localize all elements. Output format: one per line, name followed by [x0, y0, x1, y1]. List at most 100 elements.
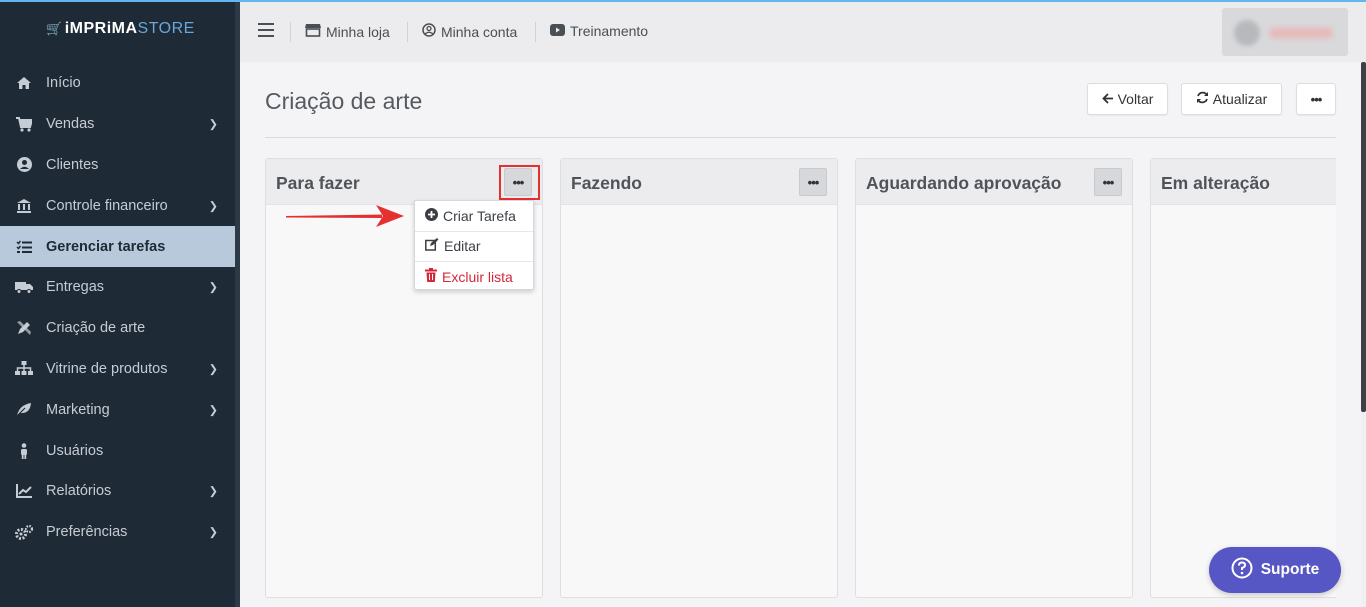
nav-link-label: Minha loja: [326, 23, 390, 40]
sidebar-item-relatorios[interactable]: Relatórios ❯: [0, 471, 235, 512]
sidebar-item-label: Vendas: [46, 116, 95, 133]
sidebar: 🛒 iMPRiMASTORE Início Vendas ❯ Clientes C…: [0, 0, 235, 607]
nav-link-label: Treinamento: [570, 23, 649, 39]
dropdown-item-label: Excluir lista: [442, 268, 513, 285]
page-scrollbar[interactable]: [1361, 62, 1366, 607]
sidebar-item-label: Criação de arte: [46, 320, 146, 337]
youtube-icon: [550, 23, 565, 39]
column-header: Em alteração: [1151, 159, 1336, 205]
sidebar-item-label: Controle financeiro: [46, 197, 168, 214]
chevron-right-icon: ❯: [208, 281, 218, 294]
column-header: Aguardando aprovação •••: [856, 159, 1132, 205]
tasks-icon: [15, 240, 33, 254]
gears-icon: [15, 524, 33, 540]
leaf-icon: [15, 402, 33, 417]
sidebar-item-marketing[interactable]: Marketing ❯: [0, 389, 235, 430]
sidebar-item-label: Relatórios: [46, 483, 112, 500]
sidebar-item-inicio[interactable]: Início: [0, 63, 235, 104]
sidebar-item-label: Vitrine de produtos: [46, 360, 168, 377]
bank-icon: [15, 198, 33, 214]
design-tools-icon: [15, 320, 33, 336]
navbar-divider: [407, 22, 408, 42]
back-button-label: Voltar: [1117, 91, 1154, 107]
refresh-button[interactable]: Atualizar: [1181, 83, 1282, 115]
header-divider: [265, 137, 1336, 138]
dropdown-item-label: Criar Tarefa: [443, 207, 516, 224]
ellipsis-icon: •••: [807, 174, 820, 190]
support-button[interactable]: Suporte: [1209, 547, 1341, 593]
user-name-blurred: [1270, 28, 1332, 38]
sidebar-item-label: Clientes: [46, 156, 99, 173]
sidebar-item-criacao-de-arte[interactable]: Criação de arte: [0, 308, 235, 349]
chevron-right-icon: ❯: [208, 118, 218, 131]
kanban-column: Aguardando aprovação •••: [855, 158, 1133, 598]
store-icon: [305, 23, 321, 40]
person-icon: [15, 442, 33, 459]
refresh-icon: [1196, 91, 1209, 107]
hamburger-menu-icon[interactable]: [258, 23, 274, 37]
column-title: Em alteração: [1161, 173, 1270, 193]
nav-link-label: Minha conta: [441, 23, 518, 40]
cart-icon: [15, 116, 33, 132]
brand-logo[interactable]: 🛒 iMPRiMASTORE: [46, 20, 195, 38]
column-header: Fazendo •••: [561, 159, 837, 205]
chevron-right-icon: ❯: [208, 200, 218, 213]
kanban-column: Fazendo •••: [560, 158, 838, 598]
line-chart-icon: [15, 484, 33, 499]
question-circle-icon: [1231, 557, 1253, 584]
refresh-button-label: Atualizar: [1212, 91, 1268, 107]
sidebar-item-label: Início: [46, 75, 81, 92]
sidebar-item-gerenciar-tarefas[interactable]: Gerenciar tarefas: [0, 226, 235, 267]
column-dropdown-menu: Criar Tarefa Editar Excluir lista: [414, 200, 534, 290]
column-title: Aguardando aprovação: [866, 173, 1062, 193]
user-profile-menu[interactable]: [1222, 8, 1348, 56]
sidebar-item-preferencias[interactable]: Preferências ❯: [0, 512, 235, 553]
sidebar-item-label: Entregas: [46, 279, 105, 296]
plus-circle-icon: [425, 207, 438, 224]
highlight-annotation-box: [499, 165, 540, 200]
truck-icon: [15, 280, 33, 295]
sidebar-item-label: Gerenciar tarefas: [46, 238, 166, 255]
navbar-divider: [290, 22, 291, 42]
chevron-right-icon: ❯: [208, 404, 218, 417]
kanban-column: Em alteração: [1150, 158, 1336, 598]
logo-cart-icon: 🛒: [46, 21, 63, 36]
nav-link-treinamento[interactable]: Treinamento: [550, 23, 648, 39]
sidebar-item-usuarios[interactable]: Usuários: [0, 430, 235, 471]
brand-name-part1: iMPRiMA: [64, 20, 138, 37]
edit-icon: [425, 238, 439, 254]
arrow-left-icon: [1101, 91, 1114, 107]
nav-link-minha-loja[interactable]: Minha loja: [305, 23, 390, 40]
scrollbar-thumb[interactable]: [1361, 62, 1366, 412]
more-options-button[interactable]: •••: [1296, 83, 1336, 115]
page-title: Criação de arte: [265, 88, 423, 114]
sitemap-icon: [15, 361, 33, 376]
column-menu-button[interactable]: •••: [799, 168, 827, 196]
brand-name-part2: STORE: [137, 20, 195, 37]
sidebar-item-vendas[interactable]: Vendas ❯: [0, 104, 235, 145]
top-accent-line: [0, 0, 1366, 2]
sidebar-item-label: Usuários: [46, 442, 104, 459]
dropdown-item-editar[interactable]: Editar: [415, 230, 533, 262]
support-button-label: Suporte: [1260, 561, 1320, 578]
sidebar-item-label: Marketing: [46, 401, 110, 418]
chevron-right-icon: ❯: [208, 485, 218, 498]
back-button[interactable]: Voltar: [1087, 83, 1168, 115]
column-title: Fazendo: [571, 173, 642, 193]
chevron-right-icon: ❯: [208, 363, 218, 376]
home-icon: [15, 76, 33, 90]
dropdown-item-label: Editar: [444, 238, 481, 255]
navbar-divider: [535, 22, 536, 42]
red-arrow-annotation: [286, 205, 404, 227]
nav-link-minha-conta[interactable]: Minha conta: [422, 23, 517, 40]
sidebar-item-label: Preferências: [46, 524, 128, 541]
sidebar-item-clientes[interactable]: Clientes: [0, 145, 235, 186]
sidebar-item-controle-financeiro[interactable]: Controle financeiro ❯: [0, 185, 235, 226]
chevron-right-icon: ❯: [208, 526, 218, 539]
sidebar-item-vitrine-de-produtos[interactable]: Vitrine de produtos ❯: [0, 349, 235, 390]
sidebar-item-entregas[interactable]: Entregas ❯: [0, 267, 235, 308]
dropdown-item-criar-tarefa[interactable]: Criar Tarefa: [415, 201, 533, 231]
main-content: Criação de arte Voltar Atualizar ••• Par…: [240, 62, 1361, 607]
column-menu-button[interactable]: •••: [1094, 168, 1122, 196]
dropdown-item-excluir-lista[interactable]: Excluir lista: [415, 261, 533, 292]
